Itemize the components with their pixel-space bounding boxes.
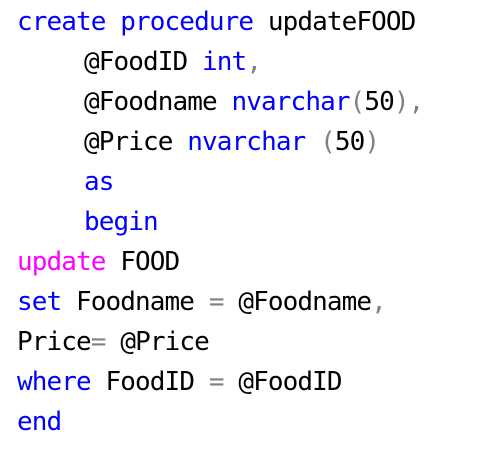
param-price: @Price: [84, 127, 173, 157]
type-nvarchar: nvarchar: [187, 127, 306, 157]
keyword-as: as: [84, 167, 114, 197]
sql-code-editor[interactable]: create procedure updateFOOD @FoodID int,…: [0, 0, 491, 450]
close-paren: ): [364, 127, 380, 157]
keyword-set: set: [17, 287, 62, 317]
code-line-10: where FoodID = @FoodID: [0, 362, 491, 402]
equals-operator: =: [208, 367, 225, 397]
column-foodname: Foodname: [76, 287, 195, 317]
comma: ,: [408, 87, 425, 117]
keyword-create: create: [17, 7, 106, 37]
comma: ,: [246, 47, 262, 77]
keyword-begin: begin: [84, 207, 159, 237]
close-paren: ): [393, 87, 410, 117]
keyword-where: where: [17, 367, 92, 397]
code-line-5: as: [0, 162, 491, 202]
code-line-6: begin: [0, 202, 491, 242]
code-line-11: end: [0, 402, 491, 442]
column-price: Price: [17, 327, 92, 357]
size-value: 50: [334, 127, 365, 157]
param-foodid: @FoodID: [84, 47, 188, 77]
open-paren: (: [349, 87, 366, 117]
code-line-2: @FoodID int,: [0, 42, 491, 82]
equals-operator: =: [208, 287, 225, 317]
column-foodid: FoodID: [105, 367, 195, 397]
param-foodname: @Foodname: [84, 87, 218, 117]
value-foodname: @Foodname: [238, 287, 372, 317]
code-line-3: @Foodname nvarchar(50),: [0, 82, 491, 122]
code-line-4: @Price nvarchar (50): [0, 122, 491, 162]
size-value: 50: [364, 87, 394, 117]
keyword-procedure: procedure: [120, 7, 254, 37]
comma: ,: [371, 287, 387, 317]
type-int: int: [202, 47, 247, 77]
code-line-1: create procedure updateFOOD: [0, 2, 491, 42]
code-line-9: Price= @Price: [0, 322, 491, 362]
keyword-update: update: [17, 247, 106, 277]
value-foodid: @FoodID: [238, 367, 342, 397]
keyword-end: end: [17, 407, 62, 437]
procedure-name: updateFOOD: [267, 7, 416, 37]
code-line-7: update FOOD: [0, 242, 491, 282]
code-line-8: set Foodname = @Foodname,: [0, 282, 491, 322]
equals-operator: =: [90, 327, 107, 357]
table-name: FOOD: [120, 247, 180, 277]
open-paren: (: [320, 127, 336, 157]
type-nvarchar: nvarchar: [231, 87, 351, 117]
value-price: @Price: [120, 327, 209, 357]
